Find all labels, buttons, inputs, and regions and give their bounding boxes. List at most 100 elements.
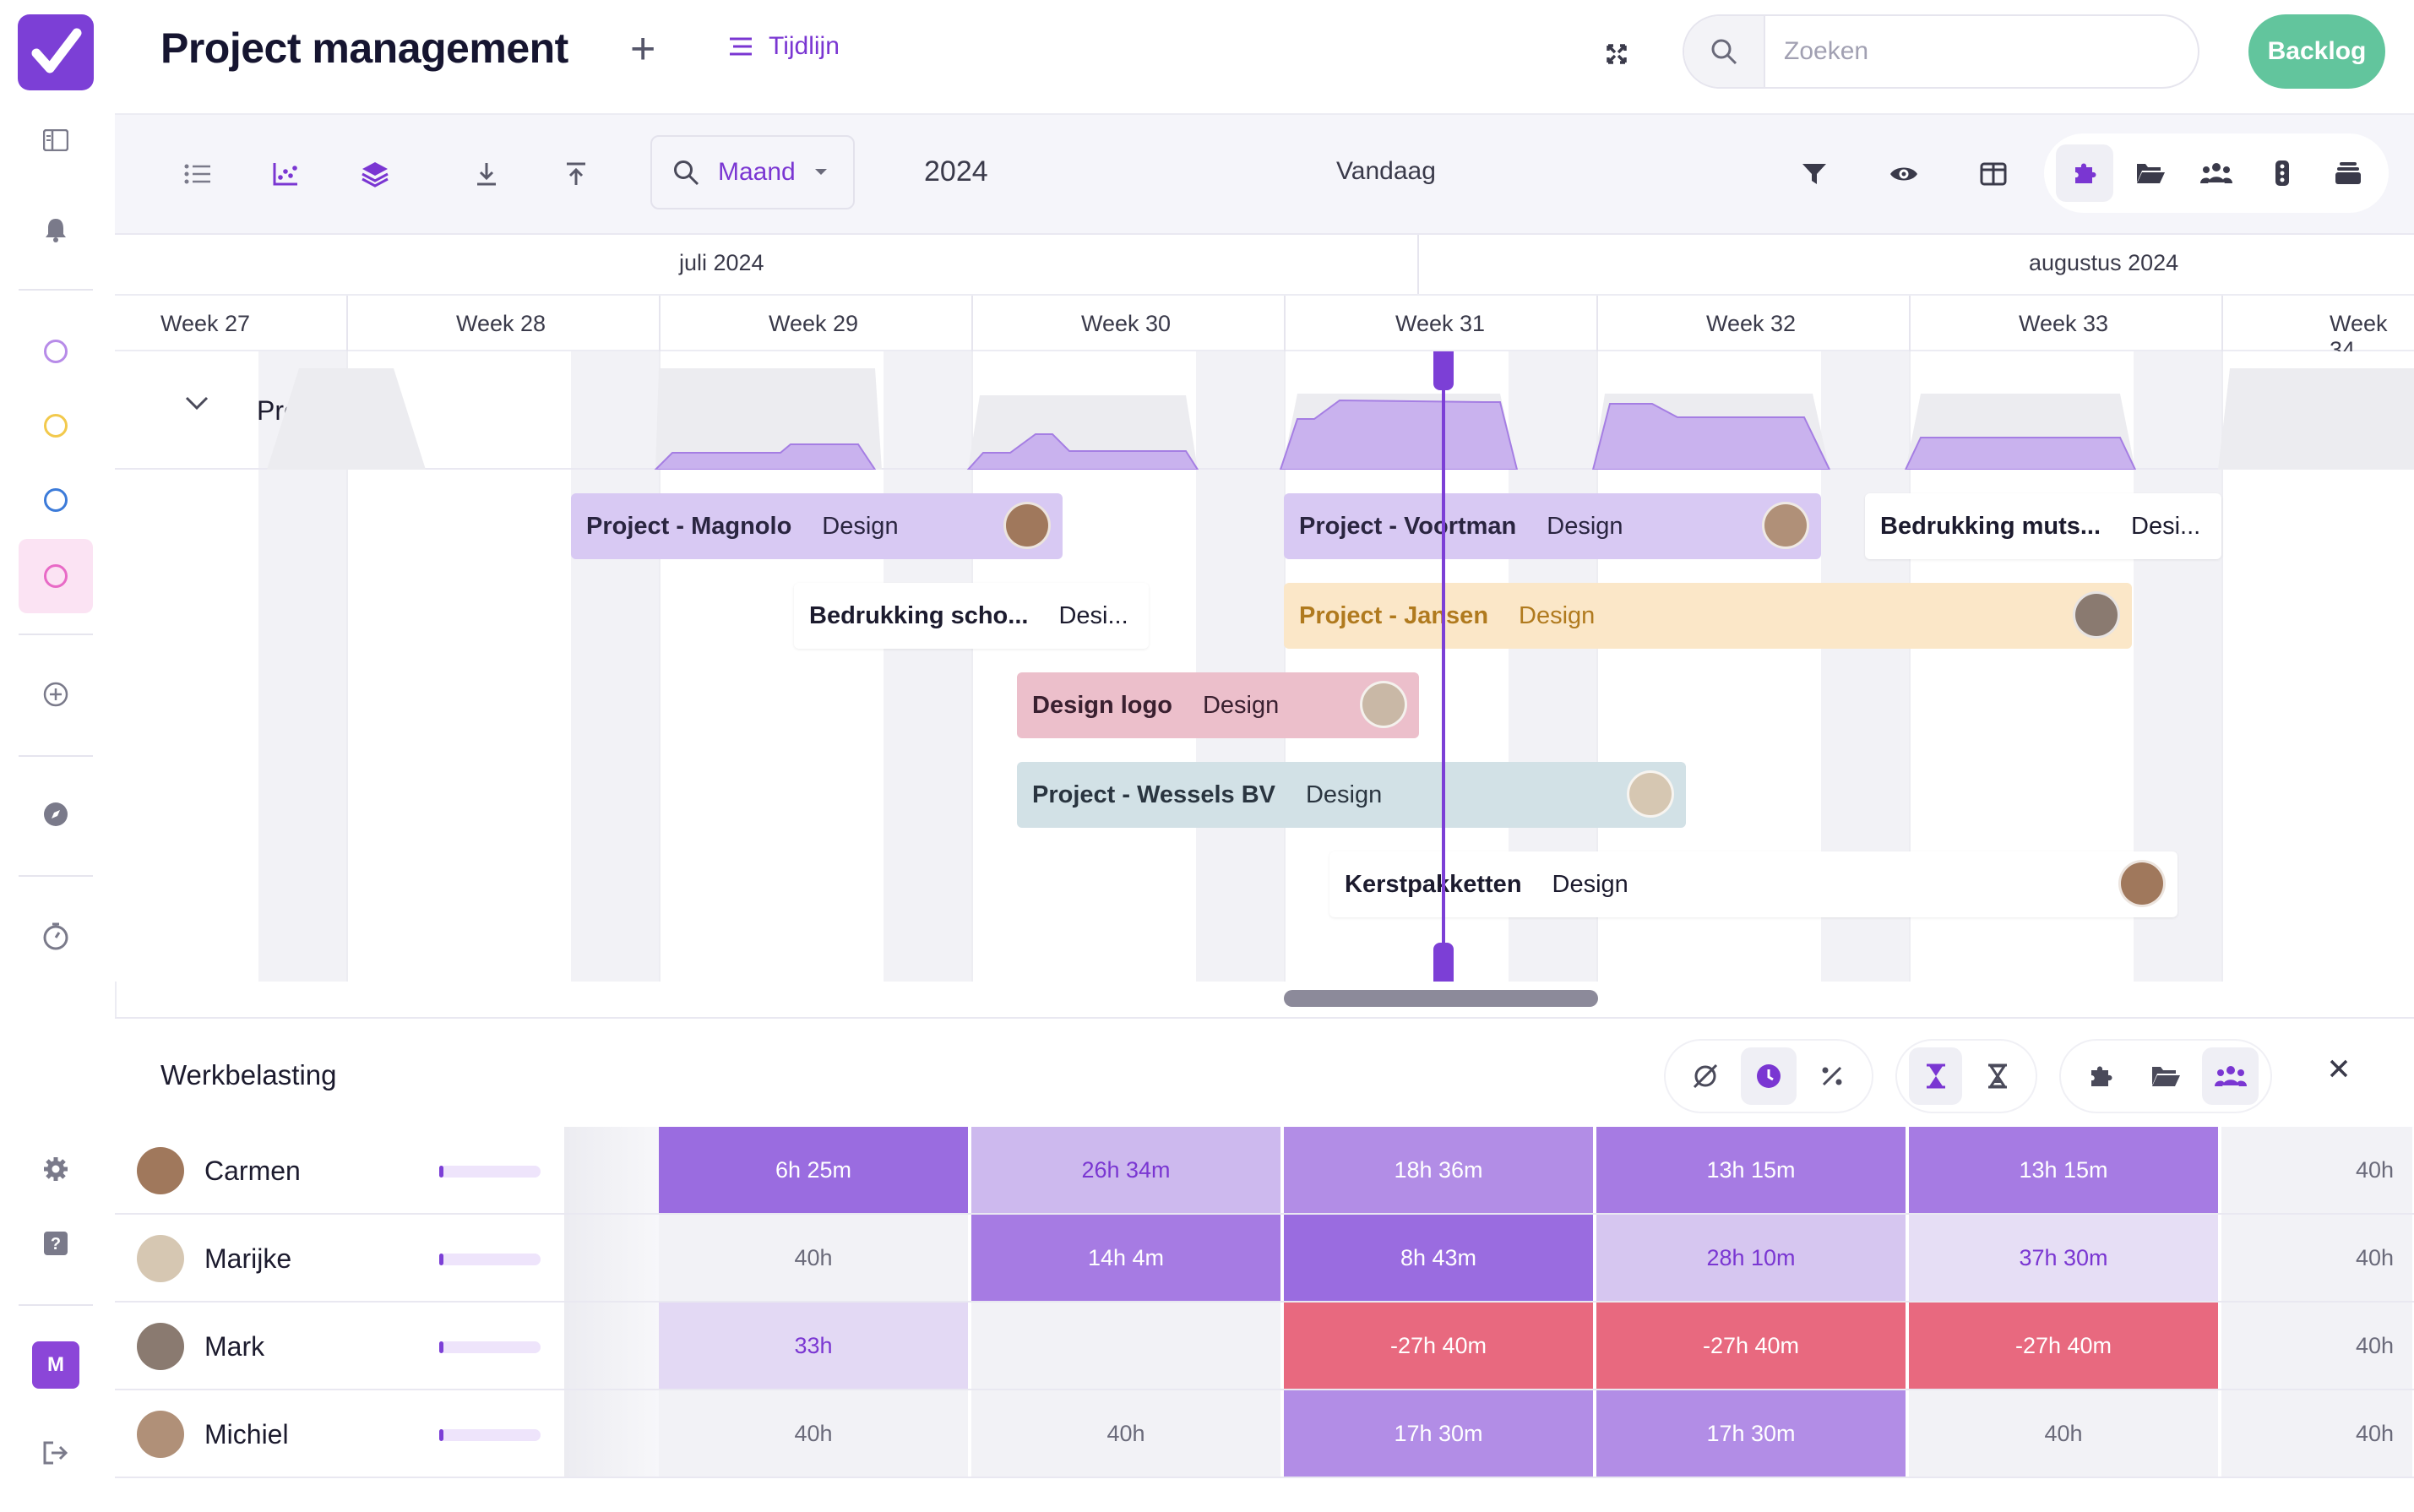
workload-cell[interactable]: 40h (2221, 1215, 2414, 1301)
workload-cell[interactable] (971, 1303, 1282, 1389)
today-marker-handle-bottom[interactable] (1433, 943, 1454, 982)
add-workspace-icon[interactable] (32, 671, 79, 718)
workspace-yellow-icon[interactable] (32, 402, 79, 449)
workload-title: Werkbelasting (160, 1059, 337, 1090)
workload-cell[interactable]: 37h 30m (1909, 1215, 2220, 1301)
bell-icon[interactable] (32, 206, 79, 253)
workspace-purple-icon[interactable] (32, 328, 79, 375)
puzzle-icon[interactable] (2056, 144, 2113, 202)
task-tag: Design (1519, 601, 1596, 629)
task-bar[interactable]: Kerstpakketten Design (1329, 851, 2177, 917)
workload-cell[interactable]: 26h 34m (971, 1127, 1282, 1213)
task-bar[interactable]: Bedrukking scho... Desi... (794, 583, 1149, 649)
folder-icon[interactable] (2122, 144, 2179, 202)
task-bar[interactable]: Design logo Design (1017, 672, 1419, 738)
compass-icon[interactable] (32, 791, 79, 838)
puzzle-icon[interactable] (2073, 1047, 2129, 1105)
task-bar[interactable]: Project - Jansen Design (1284, 583, 2132, 649)
workload-cell[interactable]: 40h (971, 1390, 1282, 1477)
clock-icon[interactable] (1741, 1047, 1797, 1105)
month-label: juli 2024 (679, 250, 764, 275)
workload-cell[interactable]: -27h 40m (1284, 1303, 1595, 1389)
workload-cell[interactable]: 18h 36m (1284, 1127, 1595, 1213)
folder-icon[interactable] (2138, 1047, 2194, 1105)
horizontal-scrollbar[interactable] (1284, 990, 1598, 1007)
percent-icon[interactable] (1805, 1047, 1860, 1105)
workload-cell[interactable]: 40h (2221, 1390, 2414, 1477)
workload-panel: Werkbelasting Carmen 6h 25m 26h 34m 18h … (115, 1017, 2414, 1512)
avatar (137, 1235, 184, 1282)
team-icon[interactable] (2202, 1047, 2259, 1105)
workspace-blue-icon[interactable] (32, 476, 79, 524)
workload-cell[interactable]: 6h 25m (659, 1127, 970, 1213)
task-bar[interactable]: Project - Voortman Design (1284, 493, 1821, 559)
sidebar-panel-icon[interactable] (32, 117, 79, 164)
task-title: Kerstpakketten (1345, 870, 1522, 898)
search-bar[interactable] (1683, 14, 2199, 89)
workload-cell[interactable]: -27h 40m (1909, 1303, 2220, 1389)
stack-icon[interactable] (2319, 144, 2377, 202)
workload-row: Mark 33h -27h 40m -27h 40m -27h 40m 40h (115, 1303, 2414, 1390)
team-icon[interactable] (2188, 144, 2245, 202)
task-tag: Design (822, 512, 899, 540)
hide-empty-icon[interactable] (1677, 1047, 1732, 1105)
workload-cell[interactable]: 40h (2221, 1303, 2414, 1389)
eye-icon[interactable] (1878, 149, 1929, 199)
today-button[interactable]: Vandaag (1336, 157, 1436, 186)
progress-bar (439, 1166, 541, 1178)
workload-cell[interactable]: 28h 10m (1596, 1215, 1907, 1301)
settings-gear-icon[interactable] (32, 1145, 79, 1193)
timer-icon[interactable] (32, 912, 79, 960)
today-marker[interactable] (1442, 351, 1445, 980)
traffic-light-icon[interactable] (2254, 144, 2311, 202)
fullscreen-icon[interactable] (1593, 30, 1640, 78)
app-logo[interactable] (18, 14, 94, 90)
workload-cell[interactable]: 14h 4m (971, 1215, 1282, 1301)
workload-cell[interactable]: 8h 43m (1284, 1215, 1595, 1301)
week-row: Week 27 Week 28 Week 29 Week 30 Week 31 … (115, 294, 2414, 362)
month-label: augustus 2024 (2029, 250, 2179, 275)
task-bar[interactable]: Project - Magnolo Design (571, 493, 1063, 559)
workload-cell[interactable]: 17h 30m (1596, 1390, 1907, 1477)
view-switch-button[interactable]: Tijdlijn (728, 32, 840, 61)
layers-icon[interactable] (350, 149, 400, 199)
search-icon[interactable] (1684, 16, 1765, 87)
hourglass-filled-icon[interactable] (1909, 1047, 1962, 1105)
workload-cell[interactable]: 17h 30m (1284, 1390, 1595, 1477)
workload-cell[interactable]: 40h (659, 1390, 970, 1477)
help-icon[interactable]: ? (32, 1220, 79, 1267)
close-icon[interactable] (2326, 1056, 2351, 1085)
upload-icon[interactable] (551, 149, 601, 199)
workload-cell[interactable]: -27h 40m (1596, 1303, 1907, 1389)
task-bar[interactable]: Project - Wessels BV Design (1017, 762, 1686, 828)
grouping-toggle-group (2044, 133, 2389, 213)
workload-cell[interactable]: 40h (659, 1215, 970, 1301)
workspace-pink-icon[interactable] (19, 539, 93, 613)
workload-cell[interactable]: 40h (1909, 1390, 2220, 1477)
checkmark-icon (31, 28, 82, 73)
logout-icon[interactable] (32, 1429, 79, 1477)
search-input[interactable] (1765, 36, 2191, 67)
chart-view-icon[interactable] (260, 149, 311, 199)
today-marker-handle-top[interactable] (1433, 351, 1454, 390)
workload-cell[interactable]: 13h 15m (1596, 1127, 1907, 1213)
hourglass-icon[interactable] (1971, 1047, 2024, 1105)
user-avatar[interactable]: M (32, 1341, 79, 1389)
projects-group-row[interactable]: Projecten (115, 351, 2414, 470)
avatar (137, 1323, 184, 1370)
download-icon[interactable] (461, 149, 512, 199)
workload-cell[interactable]: 13h 15m (1909, 1127, 2220, 1213)
filter-icon[interactable] (1789, 149, 1840, 199)
workload-cell[interactable]: 40h (2221, 1127, 2414, 1213)
period-select[interactable]: Maand (650, 135, 855, 209)
workload-cell[interactable]: 33h (659, 1303, 970, 1389)
avatar (1627, 770, 1674, 818)
backlog-button[interactable]: Backlog (2248, 14, 2385, 89)
timeline-toolbar: Maand 2024 Vandaag (115, 115, 2414, 235)
list-view-icon[interactable] (172, 149, 223, 199)
columns-icon[interactable] (1968, 149, 2019, 199)
task-tag: Design (1552, 870, 1628, 898)
task-title: Project - Magnolo (586, 512, 792, 540)
add-view-button[interactable]: + (630, 24, 655, 74)
task-bar[interactable]: Bedrukking muts... Desi... (1865, 493, 2221, 559)
